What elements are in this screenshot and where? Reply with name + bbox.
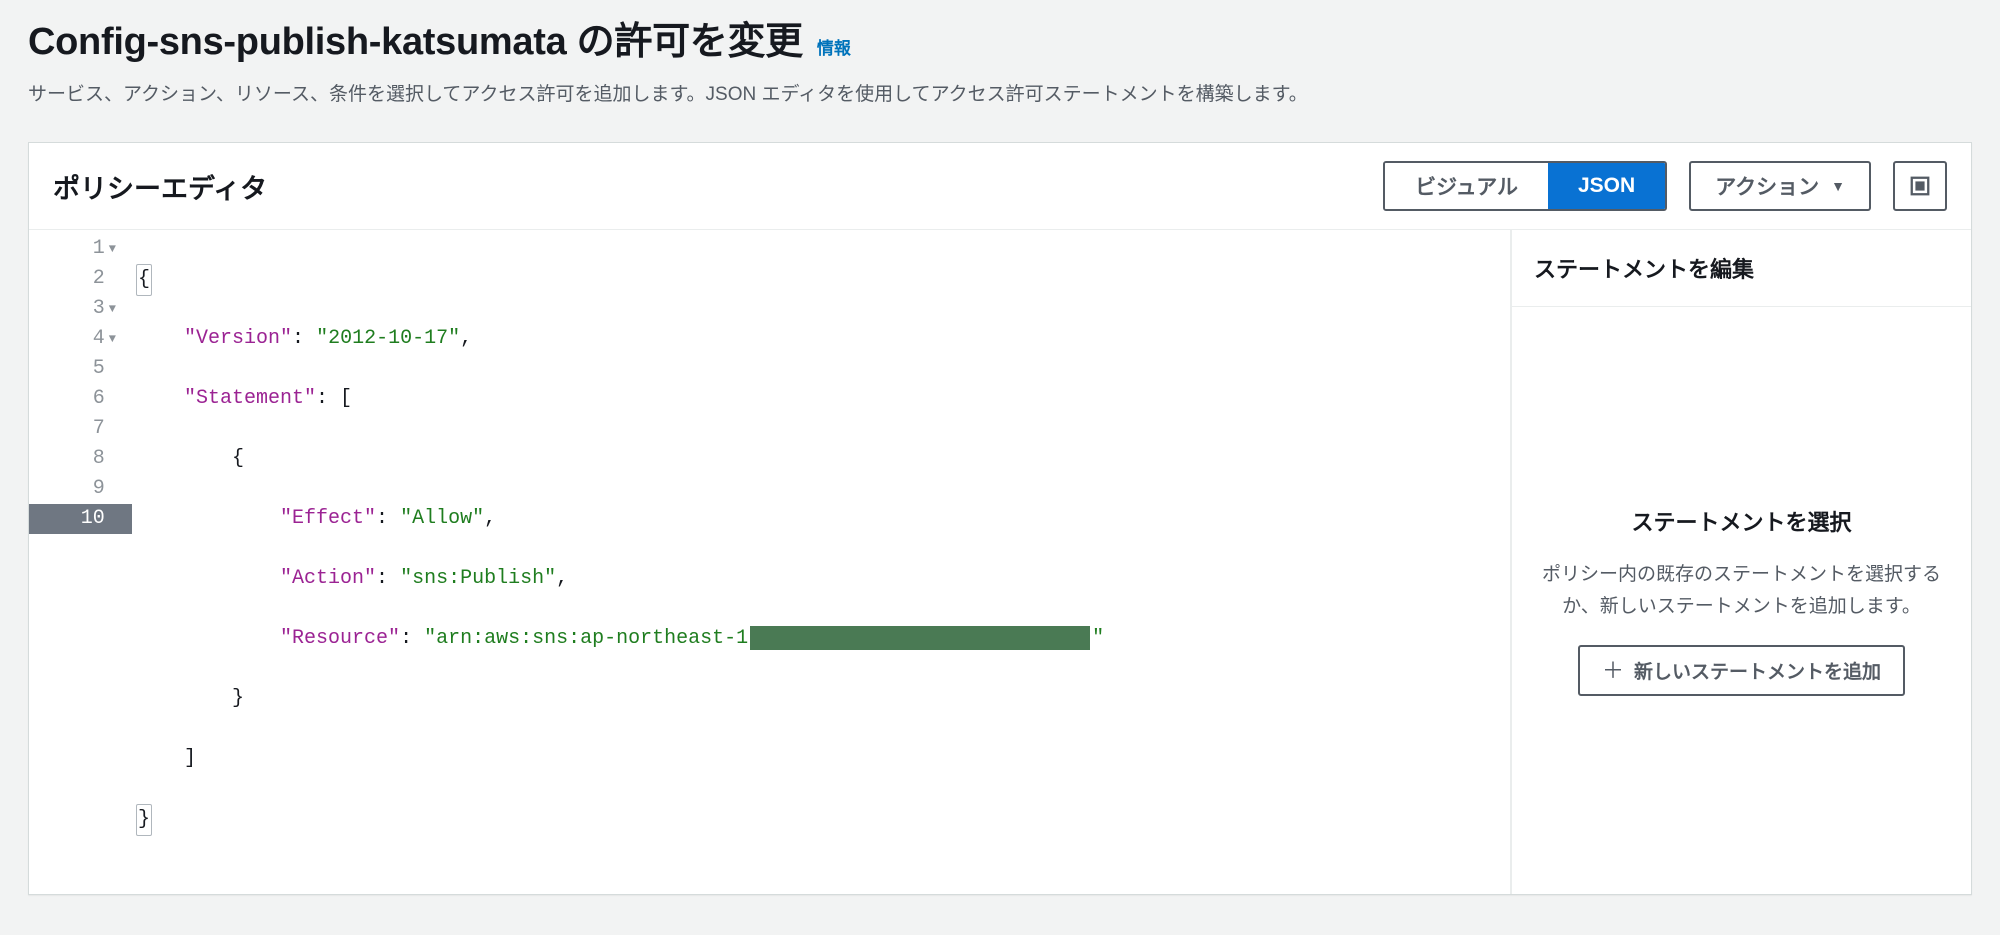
panel-title: ポリシーエディタ xyxy=(53,167,267,206)
side-panel-body: ステートメントを選択 ポリシー内の既存のステートメントを選択するか、新しいステー… xyxy=(1512,307,1971,894)
fullscreen-button[interactable] xyxy=(1893,161,1947,211)
side-empty-title: ステートメントを選択 xyxy=(1631,505,1851,537)
gutter-line-current: 10▼ xyxy=(29,504,132,534)
redacted-block xyxy=(750,626,1090,650)
gutter-line: 6▼ xyxy=(29,384,132,414)
side-empty-desc: ポリシー内の既存のステートメントを選択するか、新しいステートメントを追加します。 xyxy=(1538,559,1945,624)
actions-dropdown[interactable]: アクション ▼ xyxy=(1689,161,1871,211)
info-link[interactable]: 情報 xyxy=(817,34,851,59)
fold-icon[interactable]: ▼ xyxy=(109,324,116,354)
header-controls: ビジュアル JSON アクション ▼ xyxy=(1383,161,1947,211)
gutter-line: 5▼ xyxy=(29,354,132,384)
add-statement-label: 新しいステートメントを追加 xyxy=(1634,657,1881,684)
plus-icon: ＋ xyxy=(1602,660,1624,682)
fold-icon[interactable]: ▼ xyxy=(109,294,116,324)
side-panel-header: ステートメントを編集 xyxy=(1512,230,1971,307)
gutter-line: 8▼ xyxy=(29,444,132,474)
fold-icon[interactable]: ▼ xyxy=(109,234,116,264)
gutter-line: 3▼ xyxy=(29,294,132,324)
page-title: Config-sns-publish-katsumata の許可を変更 xyxy=(28,10,803,65)
editor-row: 1▼ 2▼ 3▼ 4▼ 5▼ 6▼ 7▼ 8▼ 9▼ 10▼ { "Versio… xyxy=(29,230,1971,894)
visual-mode-button[interactable]: ビジュアル xyxy=(1385,163,1548,209)
page-header: Config-sns-publish-katsumata の許可を変更 情報 サ… xyxy=(0,0,2000,124)
actions-label: アクション xyxy=(1715,171,1819,201)
code-editor[interactable]: 1▼ 2▼ 3▼ 4▼ 5▼ 6▼ 7▼ 8▼ 9▼ 10▼ { "Versio… xyxy=(29,230,1511,894)
page-title-row: Config-sns-publish-katsumata の許可を変更 情報 xyxy=(28,10,1972,65)
gutter-line: 9▼ xyxy=(29,474,132,504)
statement-side-panel: ステートメントを編集 ステートメントを選択 ポリシー内の既存のステートメントを選… xyxy=(1511,230,1971,894)
add-statement-button[interactable]: ＋ 新しいステートメントを追加 xyxy=(1578,645,1905,696)
fullscreen-icon xyxy=(1909,175,1931,197)
editor-mode-toggle: ビジュアル JSON xyxy=(1383,161,1667,211)
json-mode-button[interactable]: JSON xyxy=(1548,163,1665,209)
code-body[interactable]: { "Version": "2012-10-17", "Statement": … xyxy=(132,230,1510,894)
panel-header: ポリシーエディタ ビジュアル JSON アクション ▼ xyxy=(29,143,1971,230)
gutter-line: 2▼ xyxy=(29,264,132,294)
chevron-down-icon: ▼ xyxy=(1831,178,1845,194)
page-description: サービス、アクション、リソース、条件を選択してアクセス許可を追加します。JSON… xyxy=(28,79,1972,106)
line-gutter: 1▼ 2▼ 3▼ 4▼ 5▼ 6▼ 7▼ 8▼ 9▼ 10▼ xyxy=(29,230,132,894)
policy-editor-panel: ポリシーエディタ ビジュアル JSON アクション ▼ 1▼ 2▼ xyxy=(28,142,1972,895)
gutter-line: 4▼ xyxy=(29,324,132,354)
gutter-line: 7▼ xyxy=(29,414,132,444)
gutter-line: 1▼ xyxy=(29,234,132,264)
